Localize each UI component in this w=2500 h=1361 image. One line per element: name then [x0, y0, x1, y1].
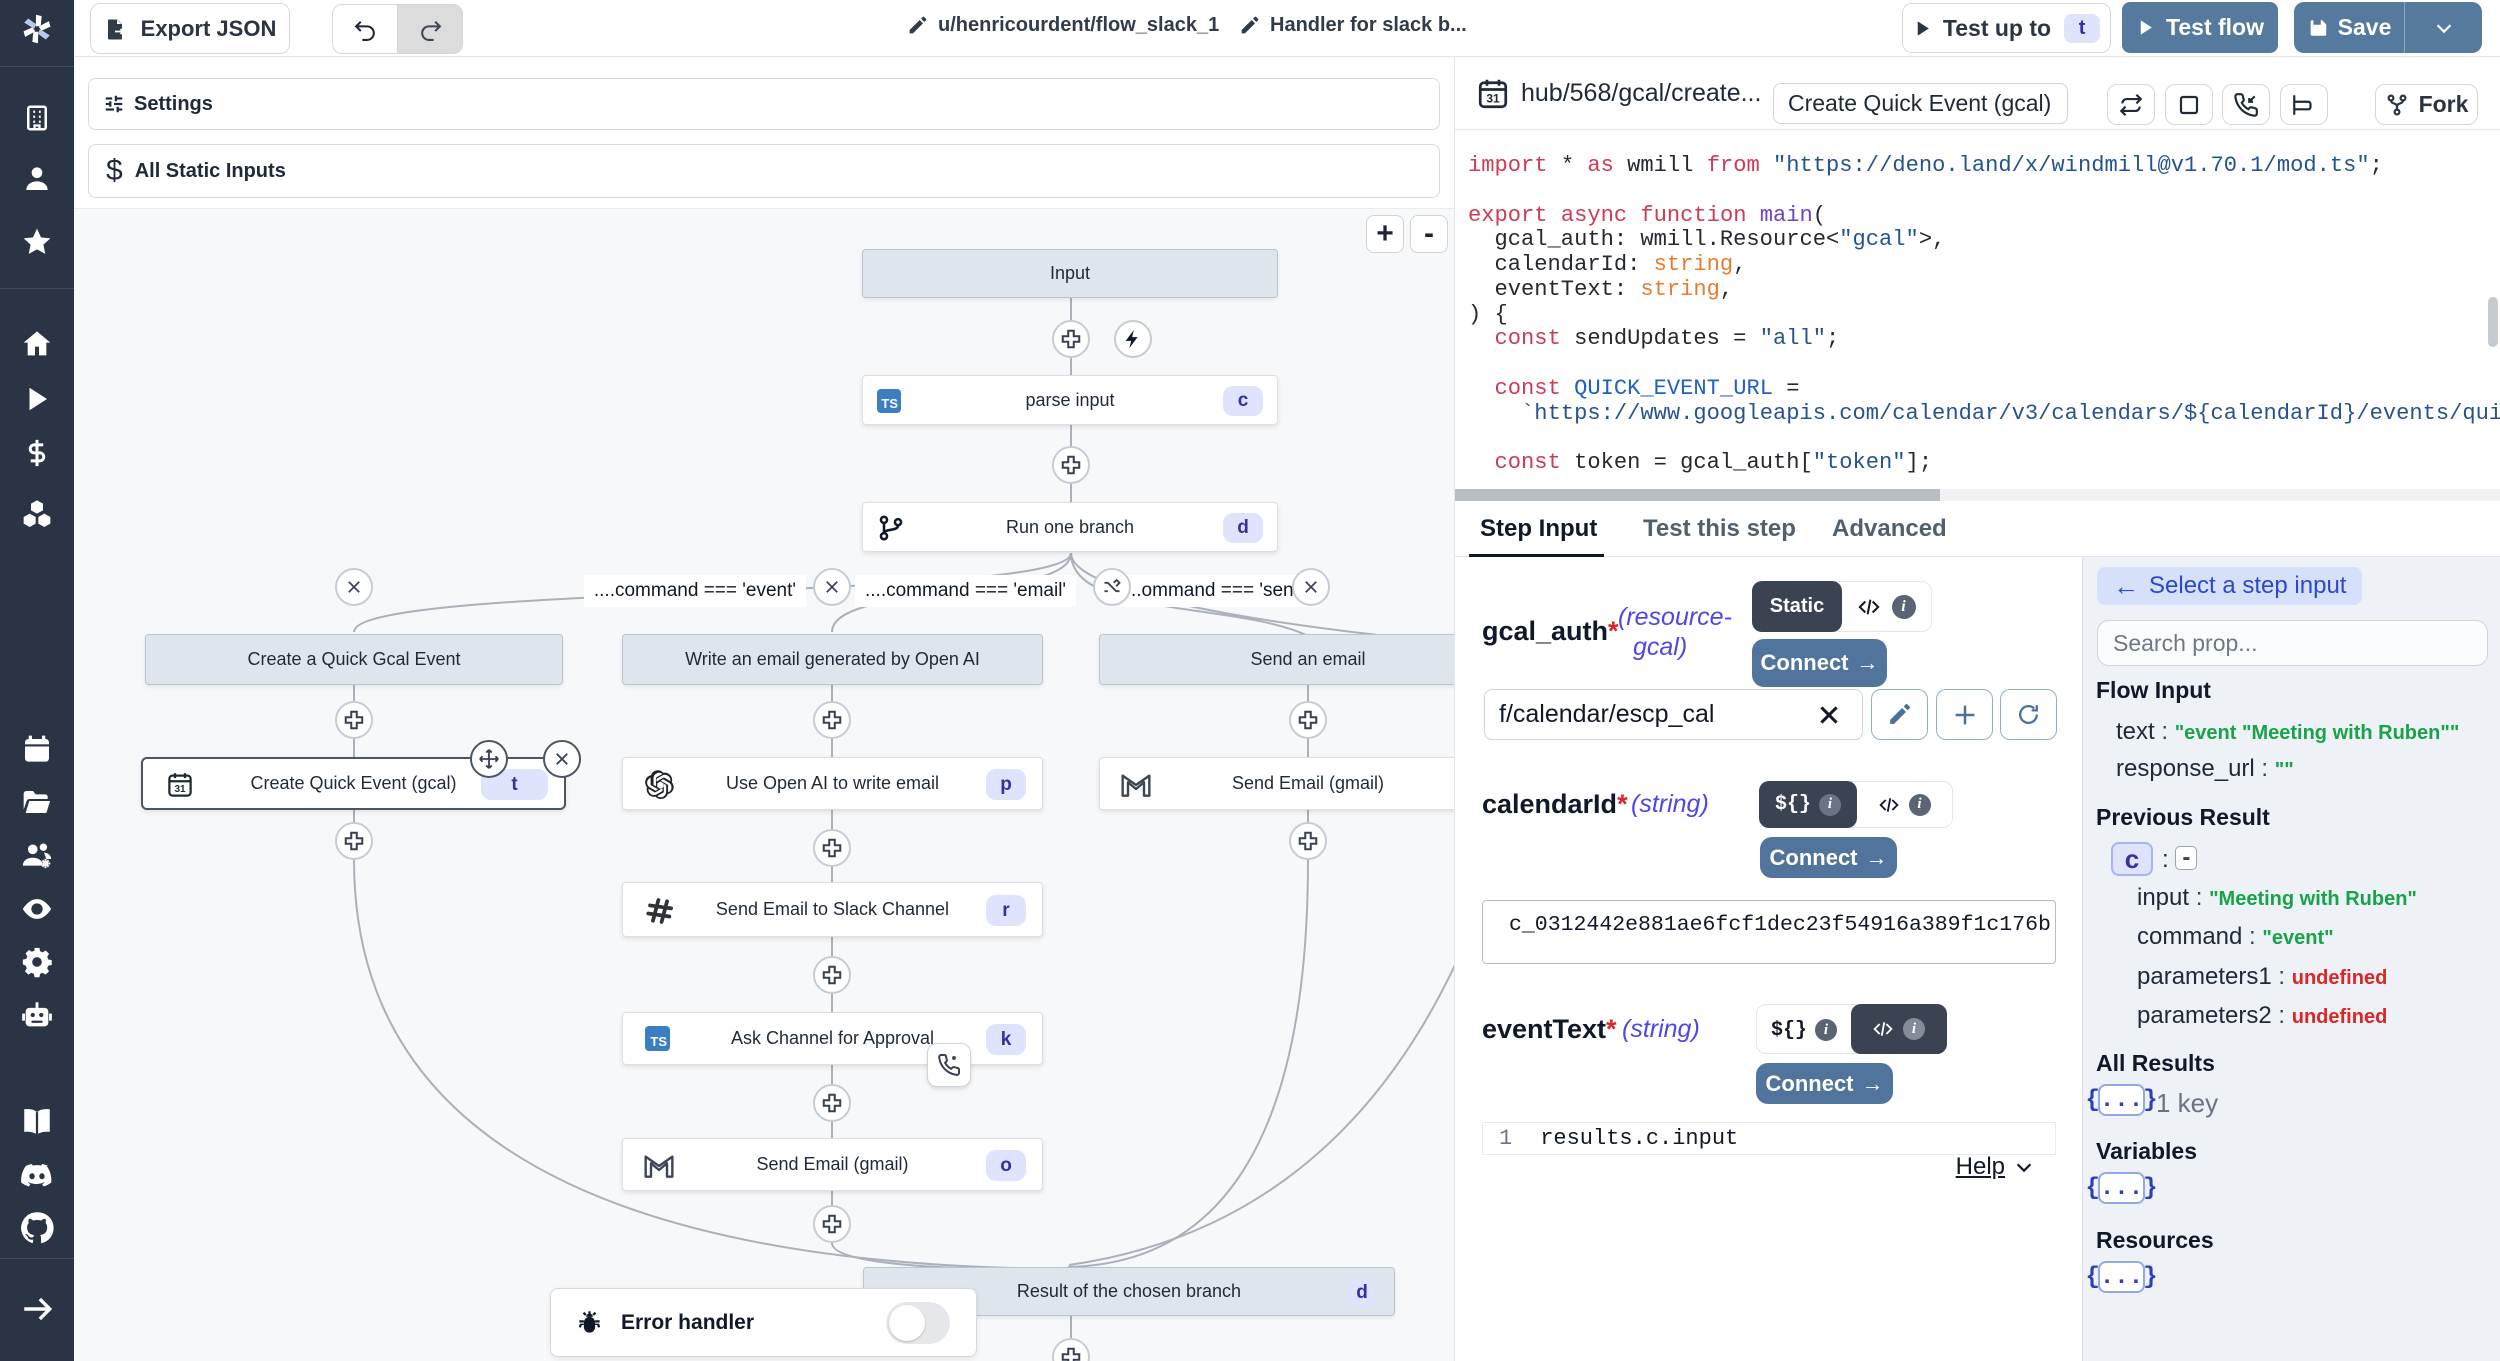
svg-text:31: 31 — [1486, 91, 1500, 105]
